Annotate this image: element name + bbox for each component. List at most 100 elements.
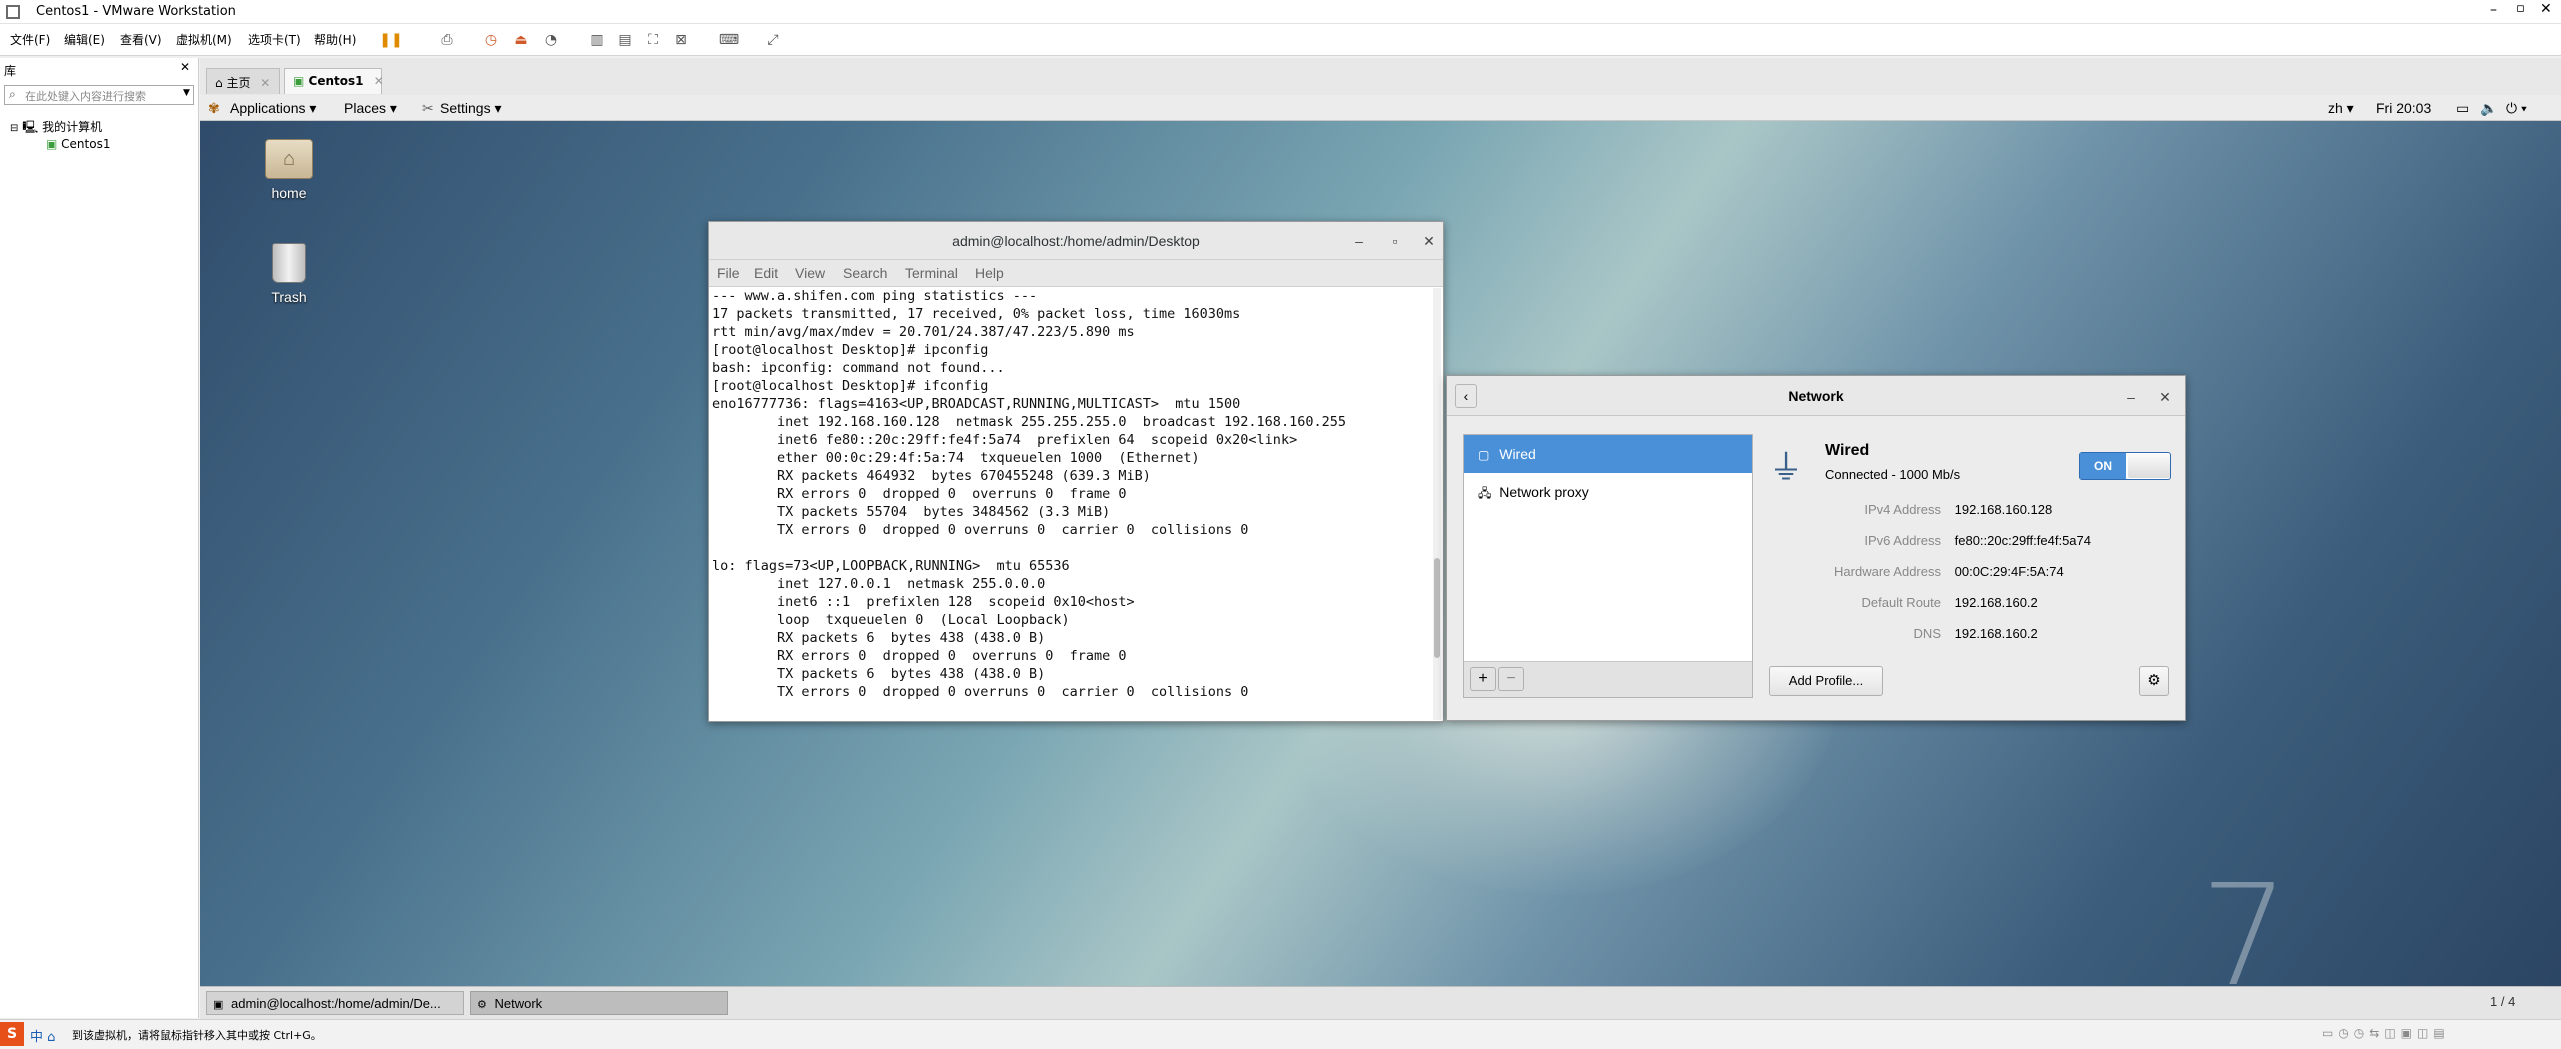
add-connection-button[interactable]: + xyxy=(1470,667,1496,691)
ime-logo-icon: S xyxy=(0,1022,24,1046)
minimize-button[interactable]: – xyxy=(2117,378,2145,416)
add-profile-button[interactable]: Add Profile... xyxy=(1769,666,1883,696)
terminal-menu-file[interactable]: File xyxy=(717,265,740,281)
trash-label: Trash xyxy=(271,289,307,305)
terminal-menu-view[interactable]: View xyxy=(795,265,825,281)
tab-centos1[interactable]: ▣ Centos1 ✕ xyxy=(284,68,384,94)
pause-icon[interactable]: ❚❚ xyxy=(379,29,402,51)
home-label: home xyxy=(271,185,307,201)
show-library-icon[interactable]: ▥ xyxy=(586,29,608,51)
desktop-icon-trash[interactable]: Trash xyxy=(249,243,329,305)
terminal-menu-terminal[interactable]: Terminal xyxy=(905,265,958,281)
terminal-menu-search[interactable]: Search xyxy=(843,265,887,281)
window-titlebar: Centos1 - VMware Workstation – ▫ ✕ xyxy=(0,0,2561,24)
library-close-icon[interactable]: ✕ xyxy=(180,60,190,74)
status-bar: S 中 ⌂ 到该虚拟机，请将鼠标指针移入其中或按 Ctrl+G。 ▭◷◷⇆◫▣◫… xyxy=(0,1019,2561,1049)
minimize-button[interactable]: – xyxy=(1345,222,1373,260)
taskbar-item-label: admin@localhost:/home/admin/De... xyxy=(231,996,441,1011)
computer-icon: 🖳 xyxy=(22,120,39,134)
library-search-input[interactable]: ⌕ 在此处键入内容进行搜索 ▼ xyxy=(4,85,194,105)
detail-label: IPv6 Address xyxy=(1864,533,1941,548)
detail-label: Hardware Address xyxy=(1834,564,1941,579)
menu-bar: 文件(F) 编辑(E) 查看(V) 虚拟机(M) 选项卡(T) 帮助(H) ❚❚… xyxy=(0,24,2561,56)
list-toolbar: + − xyxy=(1464,661,1752,697)
list-item-label: Wired xyxy=(1499,446,1536,462)
detail-value: 192.168.160.2 xyxy=(1954,595,2038,610)
menu-help[interactable]: 帮助(H) xyxy=(314,31,356,48)
network-settings-window: ‹ Network – ✕ ▢ Wired 🖧 Network proxy + … xyxy=(1446,375,2186,721)
vmware-logo-icon xyxy=(6,5,20,19)
detail-value: 00:0C:29:4F:5A:74 xyxy=(1954,564,2064,579)
tab-vm-label: Centos1 xyxy=(308,74,364,88)
taskbar-item-terminal[interactable]: ▣ admin@localhost:/home/admin/De... xyxy=(206,991,464,1015)
volume-icon[interactable]: 🔈 xyxy=(2480,100,2497,117)
terminal-output[interactable]: --- www.a.shifen.com ping statistics ---… xyxy=(709,287,1443,720)
thumbnail-bar-icon[interactable]: ▤ xyxy=(614,29,636,51)
activities-icon[interactable]: ✾ xyxy=(208,100,220,117)
input-method-menu[interactable]: zh ▾ xyxy=(2328,100,2354,117)
tab-home[interactable]: ⌂ 主页 ✕ xyxy=(206,68,280,94)
collapse-icon[interactable]: ⊟ xyxy=(10,123,18,134)
detail-label: IPv4 Address xyxy=(1864,502,1941,517)
minimize-button[interactable]: – xyxy=(2490,2,2497,18)
screen-icon[interactable]: ▭ xyxy=(2456,100,2469,117)
desktop-icon-home[interactable]: ⌂ home xyxy=(249,139,329,201)
stretch-view-icon[interactable]: ⤢ xyxy=(762,29,784,51)
taskbar-item-network[interactable]: ⚙ Network xyxy=(470,991,728,1015)
console-view-icon[interactable]: ⌨ xyxy=(718,29,740,51)
terminal-menu-help[interactable]: Help xyxy=(975,265,1004,281)
wired-status: Connected - 1000 Mb/s xyxy=(1825,467,1961,482)
menu-tabs[interactable]: 选项卡(T) xyxy=(248,31,301,48)
gear-icon[interactable]: ⚙ xyxy=(2139,666,2169,696)
gnome-top-bar: ✾ Applications ▾ Places ▾ ✂ Settings ▾ z… xyxy=(200,95,2561,121)
terminal-menu-edit[interactable]: Edit xyxy=(754,265,778,281)
revert-snapshot-icon[interactable]: ⏏ xyxy=(510,29,532,51)
list-item-wired[interactable]: ▢ Wired xyxy=(1464,435,1752,473)
workspace-pager[interactable]: 1 / 4 xyxy=(2490,994,2515,1009)
tab-close-icon[interactable]: ✕ xyxy=(260,76,270,90)
detail-row: Default Route 192.168.160.2 xyxy=(1769,595,2173,610)
ime-mode-icon[interactable]: 中 ⌂ xyxy=(30,1026,55,1045)
full-screen-icon[interactable]: ⛶ xyxy=(642,29,664,51)
terminal-header[interactable]: admin@localhost:/home/admin/Desktop – ▫ … xyxy=(709,222,1443,260)
proxy-icon: 🖧 xyxy=(1478,486,1492,500)
terminal-scrollbar[interactable] xyxy=(1433,288,1441,720)
tab-close-icon[interactable]: ✕ xyxy=(374,74,384,88)
snapshot-icon[interactable]: ◷ xyxy=(480,29,502,51)
maximize-button[interactable]: ▫ xyxy=(2516,1,2525,16)
menu-edit[interactable]: 编辑(E) xyxy=(64,31,105,48)
detail-row: IPv6 Address fe80::20c:29ff:fe4f:5a74 xyxy=(1769,533,2173,548)
send-keys-icon[interactable]: ⎙ xyxy=(436,29,458,51)
menu-vm[interactable]: 虚拟机(M) xyxy=(176,31,232,48)
tree-item-centos1[interactable]: ▣ Centos1 xyxy=(46,137,110,151)
network-header[interactable]: ‹ Network – ✕ xyxy=(1447,376,2185,416)
chevron-down-icon[interactable]: ▼ xyxy=(183,88,190,98)
list-item-network-proxy[interactable]: 🖧 Network proxy xyxy=(1464,473,1752,511)
menu-file[interactable]: 文件(F) xyxy=(10,31,50,48)
unity-icon[interactable]: ⊠ xyxy=(670,29,692,51)
gnome-bottom-bar: ▣ admin@localhost:/home/admin/De... ⚙ Ne… xyxy=(200,986,2561,1019)
settings-tools-icon: ✂ xyxy=(422,100,434,116)
scrollbar-thumb[interactable] xyxy=(1434,558,1440,658)
home-icon: ⌂ xyxy=(215,76,223,90)
list-item-label: Network proxy xyxy=(1499,484,1589,500)
power-icon[interactable]: ⏻ ▾ xyxy=(2506,100,2527,117)
snapshot-manager-icon[interactable]: ◔ xyxy=(540,29,562,51)
wired-plug-icon: ⏚ xyxy=(1769,449,1803,487)
close-button[interactable]: ✕ xyxy=(2540,1,2552,17)
close-button[interactable]: ✕ xyxy=(2151,378,2179,416)
applications-menu[interactable]: Applications ▾ xyxy=(230,100,316,117)
remove-connection-button[interactable]: − xyxy=(1498,667,1524,691)
terminal-icon: ▣ xyxy=(213,999,224,1011)
detail-value: 192.168.160.2 xyxy=(1954,626,2038,641)
maximize-button[interactable]: ▫ xyxy=(1381,222,1409,260)
close-button[interactable]: ✕ xyxy=(1415,222,1443,260)
menu-view[interactable]: 查看(V) xyxy=(120,31,162,48)
clock[interactable]: Fri 20:03 xyxy=(2376,100,2431,116)
detail-label: DNS xyxy=(1913,626,1941,641)
places-menu[interactable]: Places ▾ xyxy=(344,100,397,117)
tree-item-my-computer[interactable]: ⊟ 🖳 我的计算机 xyxy=(10,118,102,139)
vm-display[interactable]: ✾ Applications ▾ Places ▾ ✂ Settings ▾ z… xyxy=(200,95,2561,1019)
wired-toggle[interactable]: ON xyxy=(2079,452,2171,480)
settings-menu[interactable]: Settings ▾ xyxy=(440,100,502,117)
